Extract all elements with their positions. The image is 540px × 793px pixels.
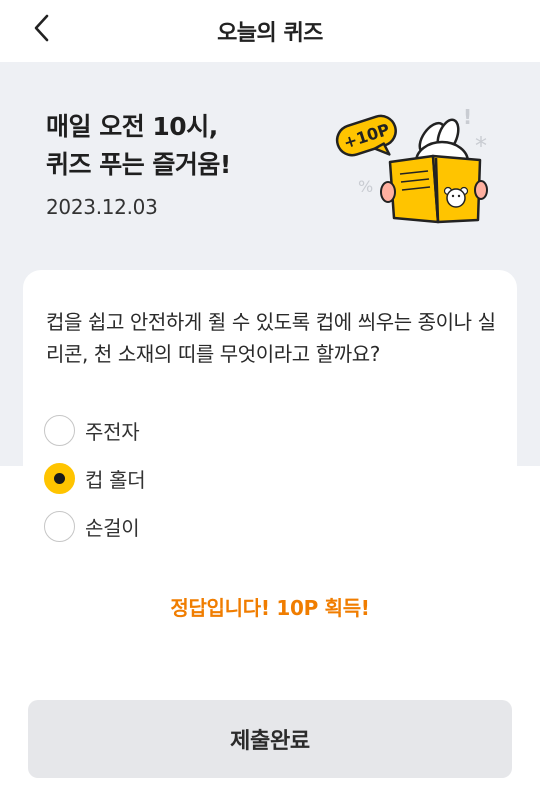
submit-button-label: 제출완료 <box>230 728 310 753</box>
option-label: 주전자 <box>85 419 140 444</box>
result-message: 정답입니다! 10P 획득! <box>170 596 370 620</box>
exclamation-sparkle-icon: ! <box>463 105 472 129</box>
radio-button-selected[interactable] <box>44 462 75 494</box>
back-button[interactable] <box>22 8 62 48</box>
radio-button[interactable] <box>44 510 75 542</box>
option-label: 컵 홀더 <box>85 467 146 492</box>
asterisk-sparkle-icon: * <box>475 132 487 160</box>
hero-headline-line2: 퀴즈 푸는 즐거움! <box>46 150 231 179</box>
top-bar: 오늘의 퀴즈 <box>0 0 540 62</box>
percent-sparkle-icon: % <box>358 177 373 196</box>
quiz-date: 2023.12.03 <box>46 195 158 219</box>
hero-headline: 매일 오전 10시, 퀴즈 푸는 즐거움! <box>46 108 231 184</box>
hero-headline-line1: 매일 오전 10시, <box>46 112 218 141</box>
option-1[interactable]: 주전자 <box>44 412 140 448</box>
rabbit-reading-book-illustration: ! * % +10P <box>335 105 488 224</box>
submit-button[interactable]: 제출완료 <box>28 700 512 778</box>
page-title: 오늘의 퀴즈 <box>217 21 323 46</box>
quiz-question: 컵을 쉽고 안전하게 쥘 수 있도록 컵에 씌우는 종이나 실리콘, 천 소재의… <box>46 310 496 366</box>
option-3[interactable]: 손걸이 <box>44 508 140 544</box>
option-2[interactable]: 컵 홀더 <box>44 460 146 496</box>
option-label: 손걸이 <box>85 515 140 540</box>
radio-button[interactable] <box>44 414 75 446</box>
chevron-left-icon <box>34 14 49 42</box>
